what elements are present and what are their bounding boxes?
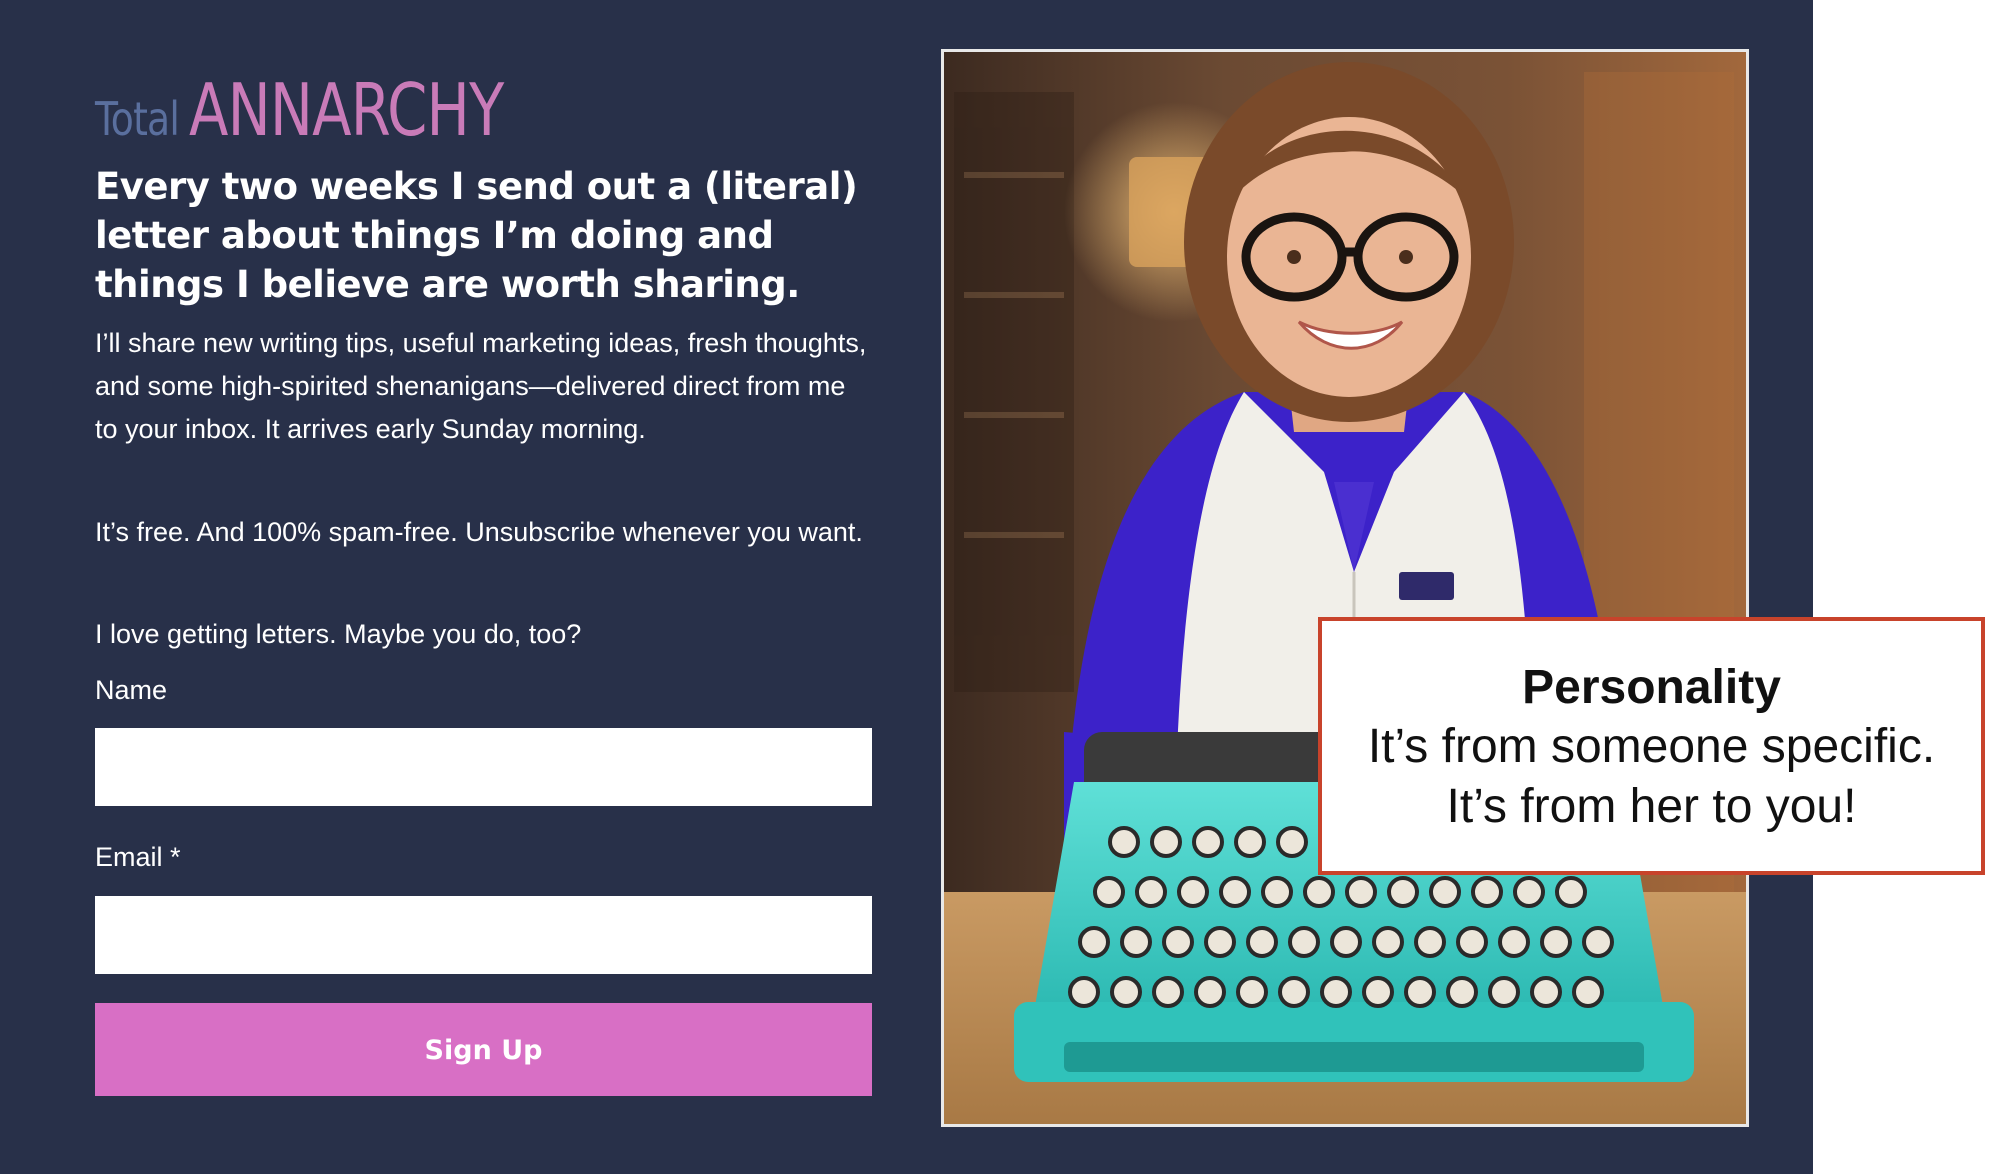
headline: Every two weeks I send out a (literal) l… (95, 165, 858, 306)
name-field[interactable] (95, 728, 872, 806)
email-label: Email * (95, 842, 181, 872)
callout-line: It’s from her to you! (1446, 780, 1857, 833)
email-field[interactable] (95, 896, 872, 974)
name-label: Name (95, 675, 168, 705)
brand-name: ANNARCHY (188, 68, 504, 152)
brand-logo: Total ANNARCHY (95, 68, 582, 152)
letters-paragraph: I love getting letters. Maybe you do, to… (95, 619, 582, 649)
spam-free-paragraph: It’s free. And 100% spam-free. Unsubscri… (95, 517, 863, 547)
callout-line: It’s from someone specific. (1367, 720, 1936, 773)
personality-callout: Personality It’s from someone specific. … (1318, 617, 1985, 875)
intro-paragraph: I’ll share new writing tips, useful mark… (95, 328, 867, 444)
brand-prefix: Total (95, 92, 180, 146)
author-photo (941, 49, 1749, 1127)
signup-panel: Total ANNARCHY Every two weeks I send ou… (0, 0, 1813, 1174)
callout-title: Personality (1522, 661, 1781, 714)
sign-up-button[interactable]: Sign Up (95, 1003, 872, 1096)
